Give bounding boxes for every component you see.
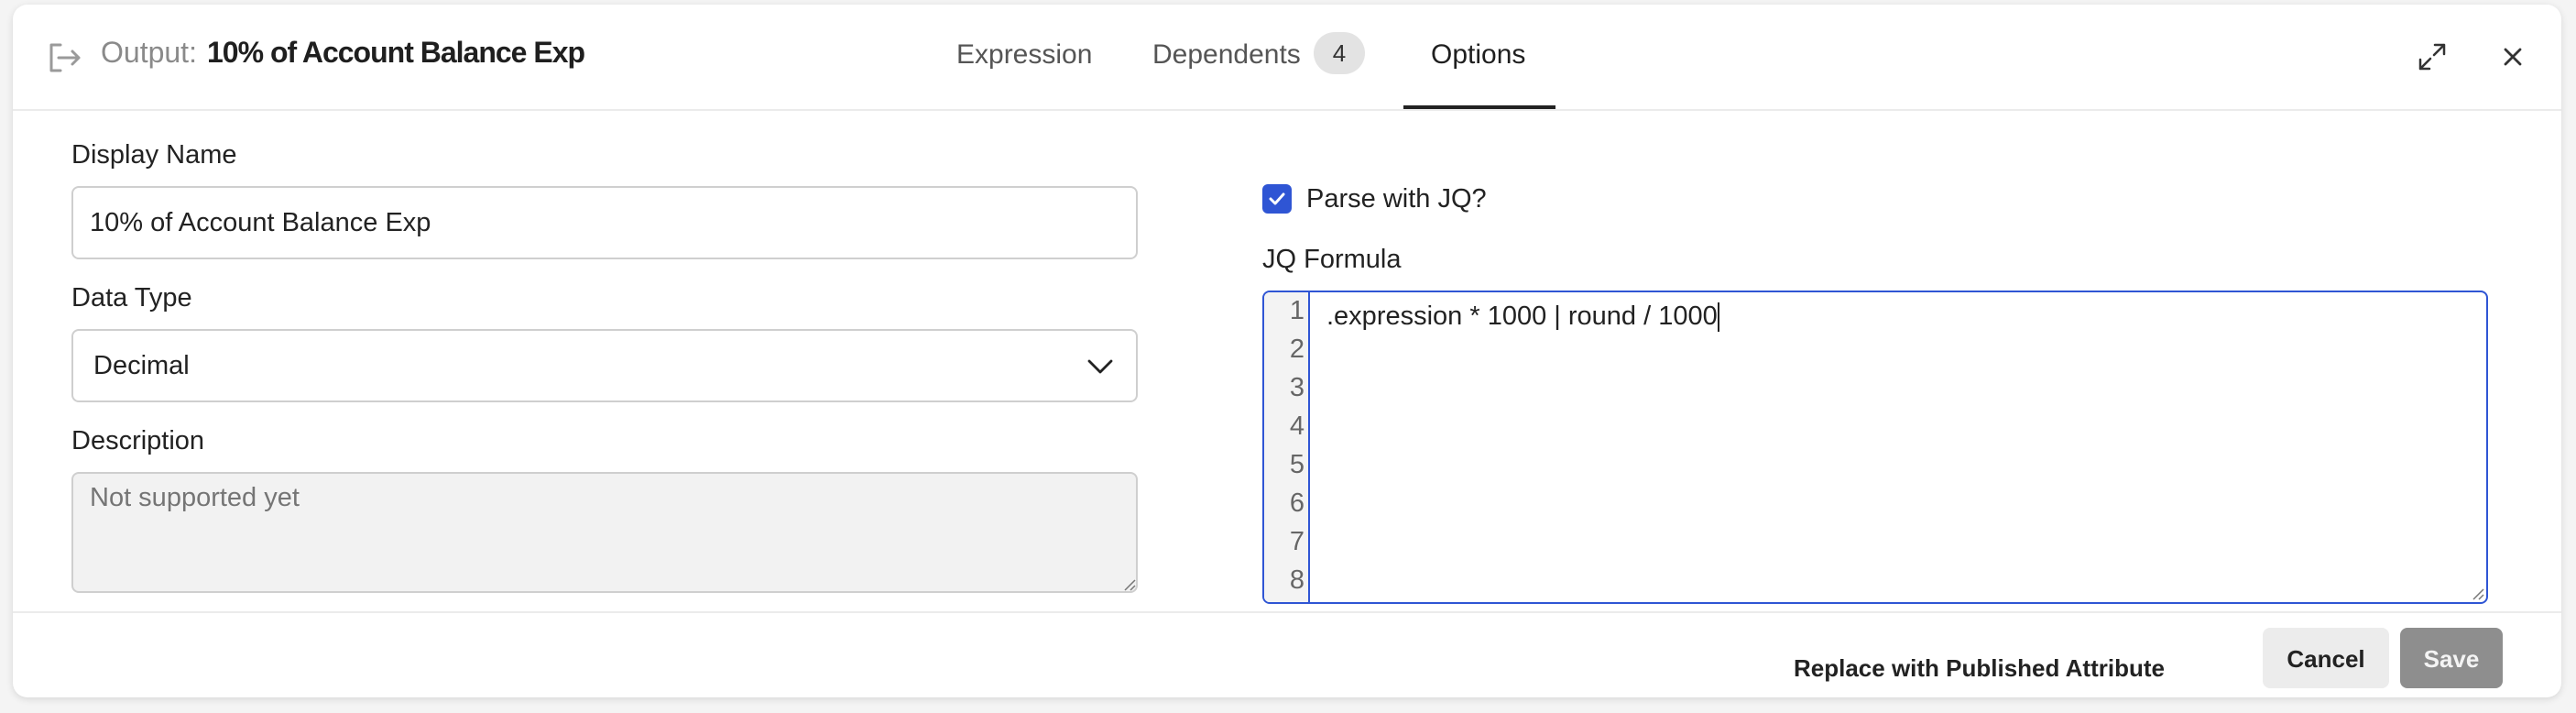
data-type-select[interactable]: Decimal (71, 329, 1138, 402)
line-number: 7 (1289, 527, 1304, 556)
line-number: 3 (1289, 373, 1304, 402)
save-button[interactable]: Save (2400, 628, 2503, 688)
resize-grip-icon[interactable] (1121, 576, 1136, 591)
jq-formula-line: .expression * 1000 | round / 1000 (1326, 302, 1719, 333)
dependents-count-badge: 4 (1314, 32, 1365, 74)
close-icon[interactable] (2499, 43, 2527, 71)
jq-formula-label: JQ Formula (1262, 245, 1402, 274)
text-caret (1717, 302, 1719, 333)
cancel-button[interactable]: Cancel (2263, 628, 2389, 688)
tab-options[interactable]: Options (1431, 39, 1525, 71)
tab-expression[interactable]: Expression (956, 39, 1092, 71)
footer-divider (13, 611, 2561, 613)
output-options-modal: Output: 10% of Account Balance Exp Expre… (13, 5, 2561, 697)
description-textarea[interactable] (71, 472, 1138, 593)
line-number: 8 (1289, 565, 1304, 595)
display-name-label: Display Name (71, 140, 237, 170)
exit-icon (49, 43, 81, 72)
display-name-input[interactable] (71, 186, 1138, 259)
line-number: 2 (1289, 335, 1304, 364)
line-number: 5 (1289, 450, 1304, 479)
expand-icon[interactable] (2417, 41, 2448, 72)
modal-header: Output: 10% of Account Balance Exp Expre… (13, 5, 2561, 111)
line-number: 6 (1289, 488, 1304, 518)
line-number: 1 (1289, 296, 1304, 325)
replace-with-published-attribute-button[interactable]: Replace with Published Attribute (1794, 639, 2165, 697)
chevron-down-icon (1087, 359, 1113, 374)
output-name: 10% of Account Balance Exp (207, 36, 585, 69)
tab-dependents[interactable]: Dependents (1152, 39, 1301, 71)
parse-jq-label: Parse with JQ? (1306, 184, 1487, 214)
jq-formula-editor[interactable]: 1 2 3 4 5 6 7 8 .expression * 1000 | rou… (1262, 291, 2488, 604)
resize-grip-icon[interactable] (2470, 586, 2484, 600)
checkmark-icon (1269, 192, 1285, 205)
jq-formula-text: .expression * 1000 | round / 1000 (1326, 302, 1718, 331)
data-type-value: Decimal (93, 351, 190, 380)
data-type-label: Data Type (71, 283, 192, 313)
parse-jq-checkbox[interactable] (1262, 184, 1292, 214)
line-number-gutter: 1 2 3 4 5 6 7 8 (1264, 292, 1310, 602)
line-number: 4 (1289, 411, 1304, 441)
active-tab-indicator (1403, 105, 1555, 109)
description-label: Description (71, 426, 205, 455)
header-label: Output: (101, 36, 197, 69)
